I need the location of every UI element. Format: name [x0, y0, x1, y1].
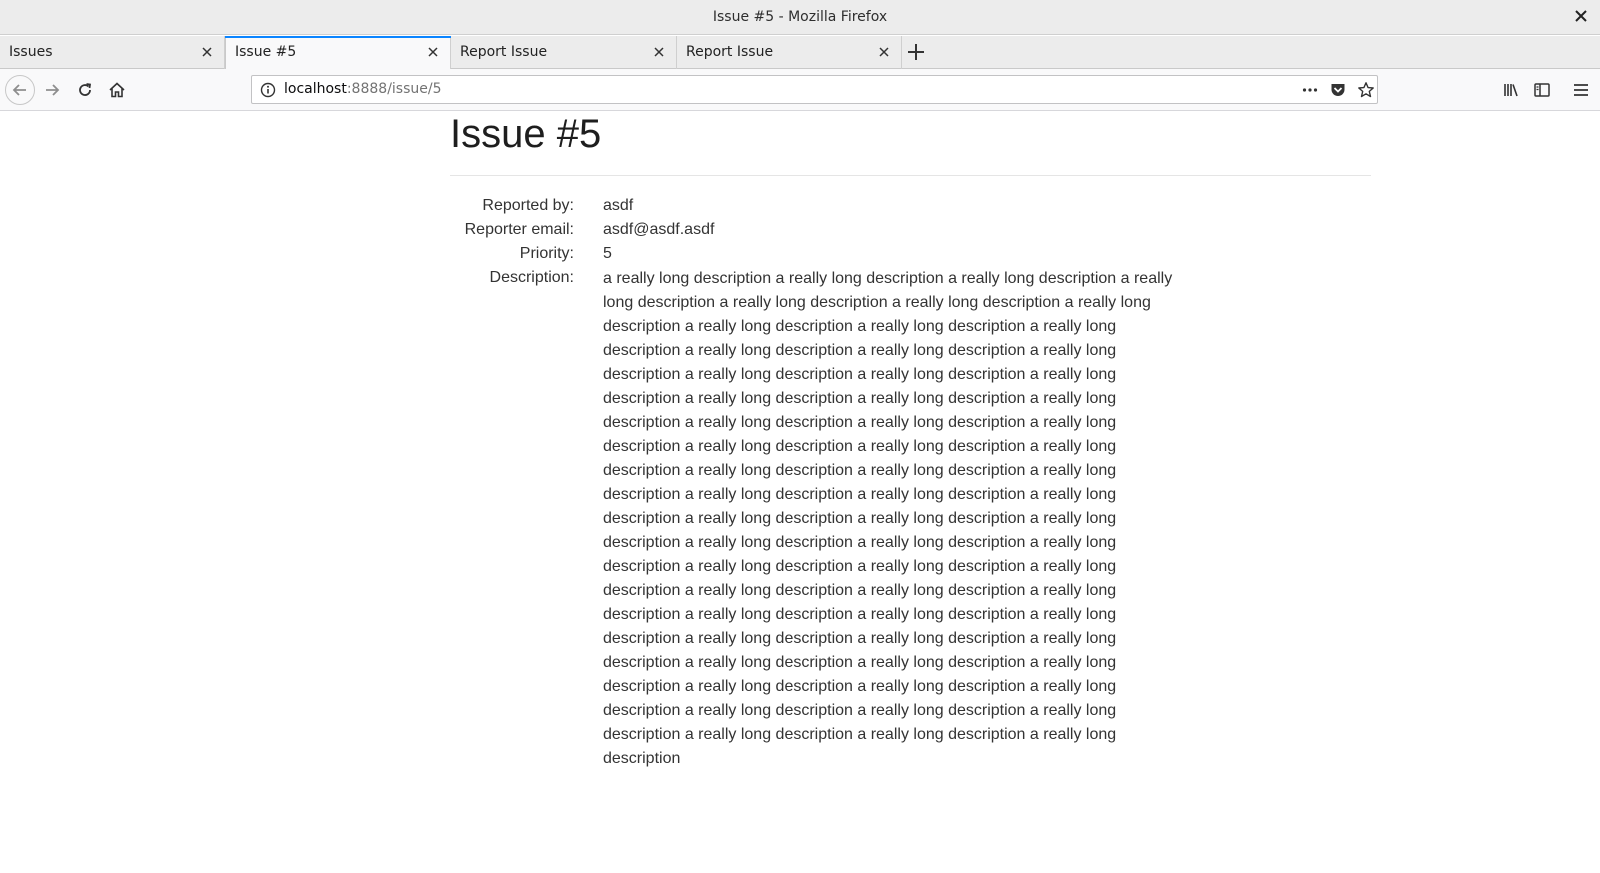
tab-label: Report Issue — [686, 44, 774, 60]
tab-label: Report Issue — [460, 44, 548, 60]
sidebar-button[interactable] — [1528, 76, 1556, 104]
sidebar-icon — [1534, 83, 1550, 97]
divider — [450, 175, 1371, 176]
pocket-icon[interactable] — [1329, 81, 1347, 99]
hamburger-menu-icon — [1574, 84, 1588, 96]
close-icon — [879, 47, 889, 57]
tab-close-button[interactable] — [424, 43, 442, 61]
reported-by-label: Reported by: — [482, 197, 574, 214]
close-icon — [428, 47, 438, 57]
priority-label: Priority: — [519, 245, 574, 262]
reporter-email-value: asdf@asdf.asdf — [603, 221, 715, 238]
tab-close-button[interactable] — [875, 43, 893, 61]
url-bar[interactable]: localhost:8888/issue/5 — [251, 75, 1378, 104]
reported-by-value: asdf — [603, 197, 634, 214]
info-icon[interactable] — [260, 82, 276, 98]
tab-report-issue-2[interactable]: Report Issue — [677, 36, 902, 69]
close-icon — [654, 47, 664, 57]
tab-issue-5[interactable]: Issue #5 — [225, 36, 451, 70]
tab-label: Issue #5 — [235, 44, 297, 60]
ellipsis-icon[interactable] — [1301, 81, 1319, 99]
tab-issues[interactable]: Issues — [0, 36, 225, 69]
library-icon — [1504, 84, 1518, 97]
description-value: a really long description a really long … — [603, 270, 1173, 767]
plus-icon — [908, 44, 924, 60]
window-close-button[interactable] — [1570, 6, 1592, 28]
priority-value: 5 — [603, 245, 612, 262]
tab-strip: Issues Issue #5 Report Issue Report Issu… — [0, 36, 1600, 70]
navigation-bar: localhost:8888/issue/5 — [0, 69, 1600, 111]
forward-button[interactable] — [38, 76, 66, 104]
new-tab-button[interactable] — [904, 40, 928, 64]
description-label: Description: — [489, 269, 574, 286]
tab-close-button[interactable] — [198, 43, 216, 61]
tab-report-issue[interactable]: Report Issue — [451, 36, 677, 69]
back-button[interactable] — [5, 75, 35, 105]
url-text[interactable]: localhost:8888/issue/5 — [284, 81, 442, 97]
page-content: Issue #5 Reported by: asdf Reporter emai… — [0, 112, 1600, 873]
library-button[interactable] — [1497, 76, 1525, 104]
window-title: Issue #5 - Mozilla Firefox — [712, 9, 888, 25]
home-button[interactable] — [103, 76, 131, 104]
tab-close-button[interactable] — [650, 43, 668, 61]
url-host: localhost — [284, 81, 347, 97]
reload-button[interactable] — [71, 76, 99, 104]
reload-icon — [79, 83, 92, 96]
menu-button[interactable] — [1567, 76, 1595, 104]
reporter-email-label: Reporter email: — [464, 221, 574, 238]
window-titlebar: Issue #5 - Mozilla Firefox — [0, 0, 1600, 35]
page-title: Issue #5 — [450, 112, 602, 156]
home-icon — [109, 82, 125, 98]
close-icon — [202, 47, 212, 57]
close-icon — [1575, 10, 1587, 22]
url-path: :8888/issue/5 — [346, 81, 442, 97]
back-arrow-icon — [12, 84, 26, 96]
tab-label: Issues — [9, 44, 53, 60]
forward-arrow-icon — [46, 84, 60, 96]
star-icon[interactable] — [1357, 81, 1375, 99]
